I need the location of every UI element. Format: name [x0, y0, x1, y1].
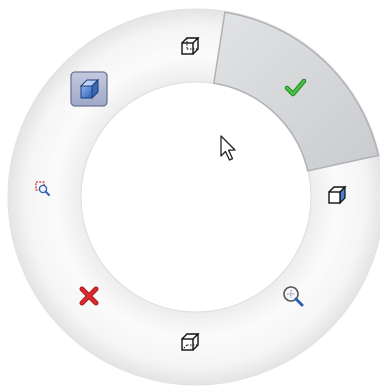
- ring-inner-edge: [80, 81, 312, 313]
- mouse-pointer-icon: [220, 135, 236, 161]
- radial-mouse-gesture-menu: [7, 8, 380, 386]
- shaded-display-item[interactable]: [70, 71, 108, 107]
